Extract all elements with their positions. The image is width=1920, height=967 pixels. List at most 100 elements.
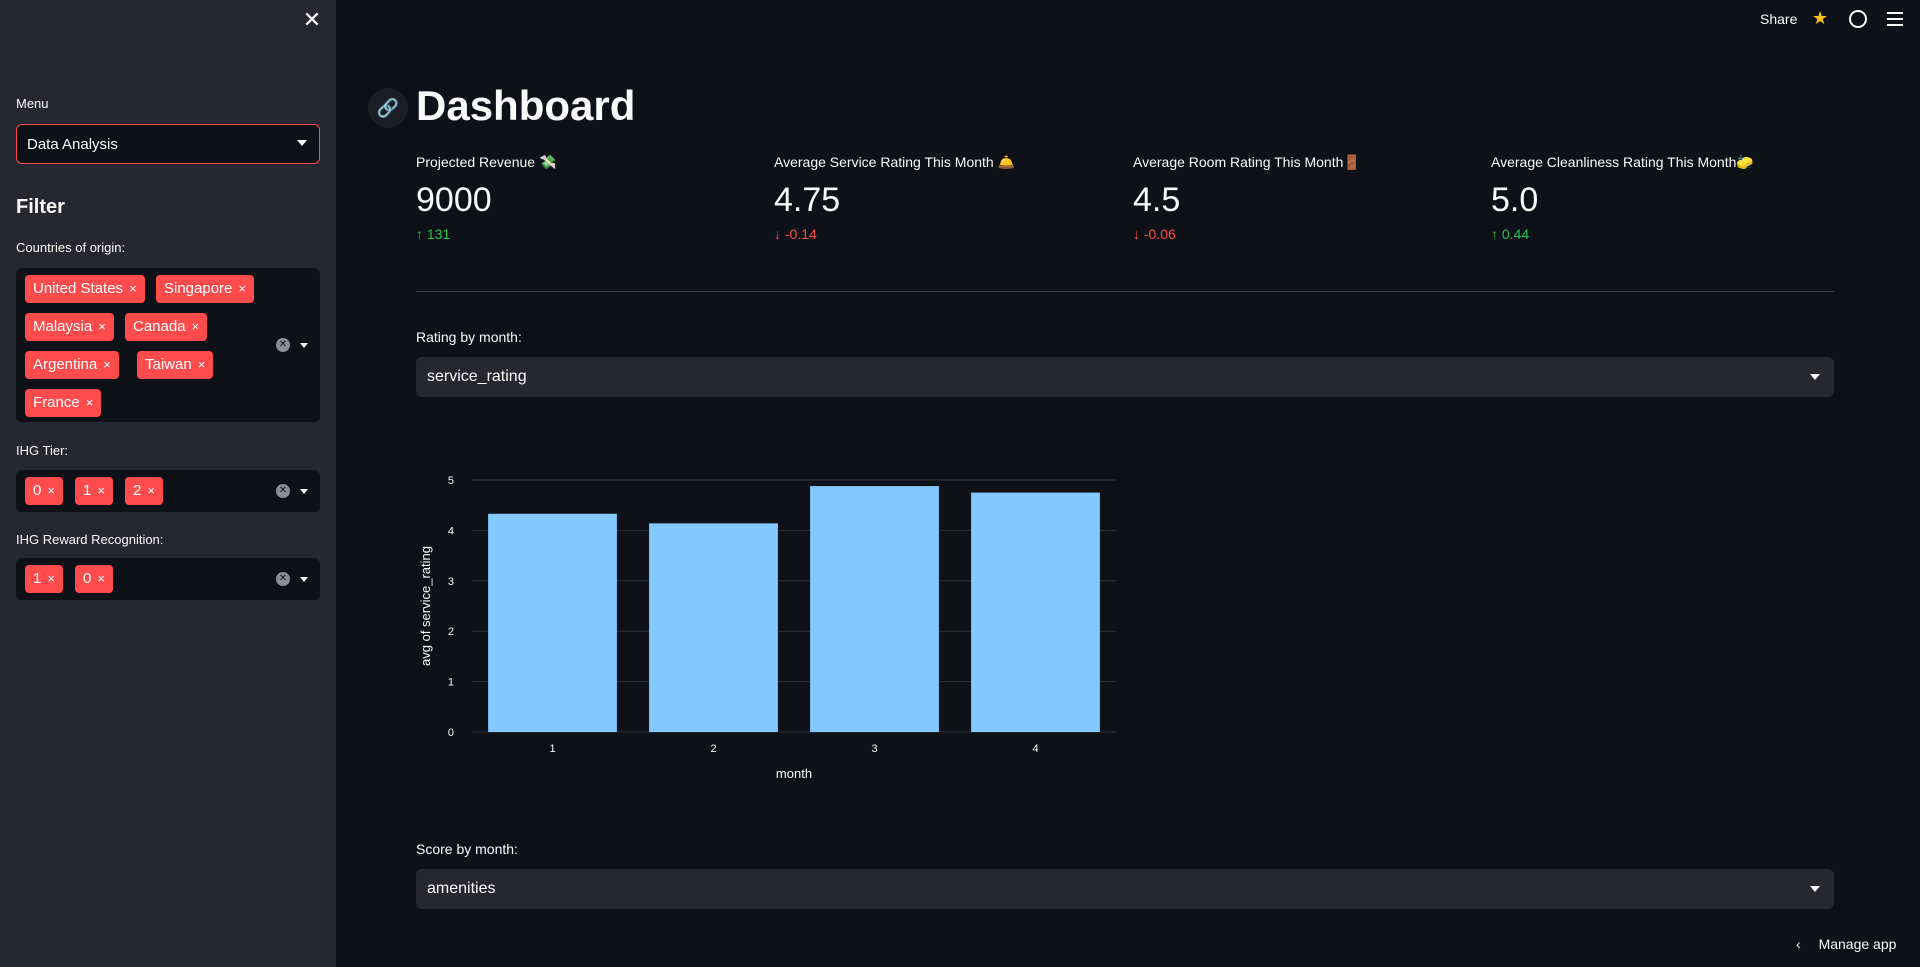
clear-icon[interactable]: ✕	[276, 484, 290, 498]
bar	[649, 523, 778, 732]
reward-multiselect[interactable]: ✕ 1 × 0 ×	[16, 558, 320, 600]
bar	[971, 492, 1100, 732]
metric-delta-value: 131	[426, 226, 451, 242]
filter-heading: Filter	[16, 196, 65, 218]
menu-label: Menu	[16, 96, 49, 111]
filter-chip[interactable]: Taiwan ×	[137, 351, 214, 379]
clear-icon[interactable]: ✕	[276, 572, 290, 586]
x-tick-label: 3	[871, 743, 877, 755]
remove-chip-icon[interactable]: ×	[97, 483, 105, 498]
x-tick-label: 4	[1032, 743, 1038, 755]
remove-chip-icon[interactable]: ×	[98, 319, 106, 334]
y-tick-label: 2	[448, 626, 454, 638]
remove-chip-icon[interactable]: ×	[47, 571, 55, 586]
star-icon[interactable]: ★	[1812, 8, 1832, 28]
arrow-up-icon: ↑	[416, 226, 423, 242]
countries-multiselect[interactable]: ✕ United States × Singapore × Malaysia × Canad…	[16, 268, 320, 422]
menu-select[interactable]: Data Analysis	[16, 124, 320, 164]
filter-chip[interactable]: 1 ×	[25, 565, 63, 593]
chevron-down-icon	[1810, 374, 1820, 380]
chevron-left-icon: ‹	[1796, 936, 1801, 952]
filter-chip[interactable]: Singapore ×	[156, 275, 254, 303]
chip-label: Singapore	[164, 280, 233, 297]
metric-label: Average Service Rating This Month 🛎️	[774, 154, 1016, 170]
x-tick-label: 1	[549, 743, 555, 755]
chip-label: Canada	[133, 318, 186, 335]
manage-app-label: Manage app	[1818, 936, 1897, 952]
filter-chip[interactable]: Argentina ×	[25, 351, 119, 379]
tier-label: IHG Tier:	[16, 443, 69, 458]
chip-label: France	[33, 394, 80, 411]
remove-chip-icon[interactable]: ×	[192, 319, 200, 334]
github-icon[interactable]	[1849, 10, 1867, 28]
arrow-down-icon: ↓	[774, 226, 781, 242]
metric-delta-value: 0.44	[1501, 226, 1530, 242]
close-icon[interactable]: ✕	[300, 8, 324, 32]
filter-chip[interactable]: 0 ×	[75, 565, 113, 593]
filter-chip[interactable]: 0 ×	[25, 477, 63, 505]
filter-chip[interactable]: France ×	[25, 389, 102, 417]
metric-value: 5.0	[1491, 181, 1539, 219]
metric-delta: ↓ -0.14	[774, 226, 1114, 242]
x-tick-label: 2	[710, 743, 716, 755]
remove-chip-icon[interactable]: ×	[97, 571, 105, 586]
filter-chip[interactable]: United States ×	[25, 275, 145, 303]
bar	[810, 486, 939, 732]
chip-label: 0	[83, 570, 92, 587]
manage-app-button[interactable]: ‹ Manage app	[1796, 936, 1896, 952]
divider	[416, 291, 1834, 292]
filter-chip[interactable]: 2 ×	[125, 477, 163, 505]
reward-label: IHG Reward Recognition:	[16, 532, 164, 547]
remove-chip-icon[interactable]: ×	[47, 483, 55, 498]
filter-chip[interactable]: Canada ×	[125, 313, 208, 341]
chip-label: 1	[33, 570, 42, 587]
link-icon[interactable]: 🔗	[368, 88, 408, 128]
countries-label: Countries of origin:	[16, 240, 126, 255]
page-title: Dashboard	[416, 82, 636, 129]
score-label: Score by month:	[416, 841, 518, 857]
metric-card: Average Room Rating This Month🚪 4.5 ↓ -0.0…	[1133, 154, 1473, 242]
metric-card: Projected Revenue 💸 9000 ↑ 131	[416, 154, 756, 242]
rating-label: Rating by month:	[416, 329, 522, 345]
rating-select-value: service_rating	[427, 368, 527, 385]
chip-label: 1	[83, 482, 92, 499]
metric-value: 9000	[416, 181, 492, 219]
metric-card: Average Service Rating This Month 🛎️ 4.75…	[774, 154, 1114, 242]
metric-delta-value: -0.14	[784, 226, 817, 242]
chip-label: Argentina	[33, 356, 98, 373]
remove-chip-icon[interactable]: ×	[198, 357, 206, 372]
score-select[interactable]: amenities	[416, 869, 1834, 909]
metric-value: 4.75	[774, 181, 841, 219]
metric-label: Average Cleanliness Rating This Month🧽	[1491, 154, 1754, 170]
y-tick-label: 0	[448, 727, 454, 739]
filter-chip[interactable]: Malaysia ×	[25, 313, 114, 341]
y-tick-label: 4	[448, 525, 454, 537]
hamburger-menu-icon[interactable]	[1887, 12, 1903, 26]
score-select-value: amenities	[427, 880, 496, 897]
remove-chip-icon[interactable]: ×	[238, 281, 246, 296]
share-button[interactable]: Share	[1760, 11, 1797, 27]
y-tick-label: 1	[448, 677, 454, 689]
y-tick-label: 5	[448, 475, 454, 487]
metric-label: Projected Revenue 💸	[416, 154, 557, 170]
clear-icon[interactable]: ✕	[276, 338, 290, 352]
arrow-down-icon: ↓	[1133, 226, 1140, 242]
rating-select[interactable]: service_rating	[416, 357, 1834, 397]
rating-bar-chart: 0 1 2 3 4 5 1 2 3 4 month avg of service_rating	[418, 475, 1116, 781]
metric-card: Average Cleanliness Rating This Month🧽 5.…	[1491, 154, 1831, 242]
tier-multiselect[interactable]: ✕ 0 × 1 × 2 ×	[16, 470, 320, 512]
remove-chip-icon[interactable]: ×	[147, 483, 155, 498]
remove-chip-icon[interactable]: ×	[103, 357, 111, 372]
metric-delta-value: -0.06	[1143, 226, 1176, 242]
remove-chip-icon[interactable]: ×	[86, 395, 94, 410]
chevron-down-icon[interactable]	[300, 489, 308, 494]
chip-label: United States	[33, 280, 124, 297]
filter-chip[interactable]: 1 ×	[75, 477, 113, 505]
chevron-down-icon[interactable]	[300, 343, 308, 348]
menu-select-value: Data Analysis	[27, 135, 118, 153]
y-tick-label: 3	[448, 576, 454, 588]
remove-chip-icon[interactable]: ×	[129, 281, 137, 296]
arrow-up-icon: ↑	[1491, 226, 1498, 242]
sidebar: ✕ Menu Data Analysis Filter Countries of…	[0, 0, 336, 967]
chevron-down-icon[interactable]	[300, 577, 308, 582]
